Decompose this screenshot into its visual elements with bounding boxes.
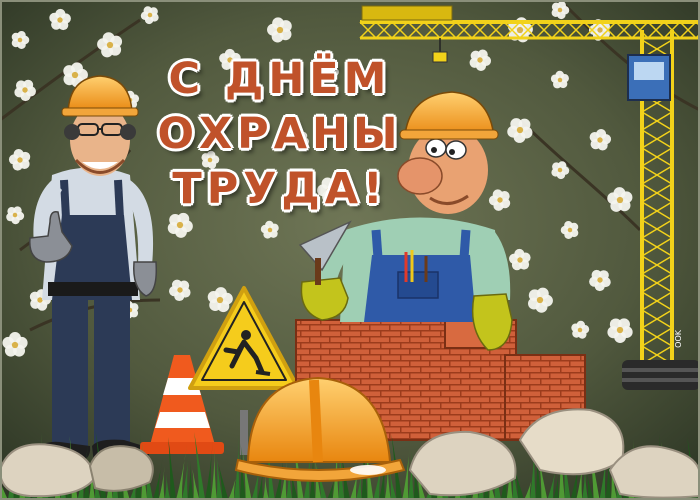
watermark: OOK [674, 330, 683, 348]
greeting-card: С ДНЁМ ОХРАНЫ ТРУДА! OOK [0, 0, 700, 500]
card-illustration [0, 0, 700, 500]
